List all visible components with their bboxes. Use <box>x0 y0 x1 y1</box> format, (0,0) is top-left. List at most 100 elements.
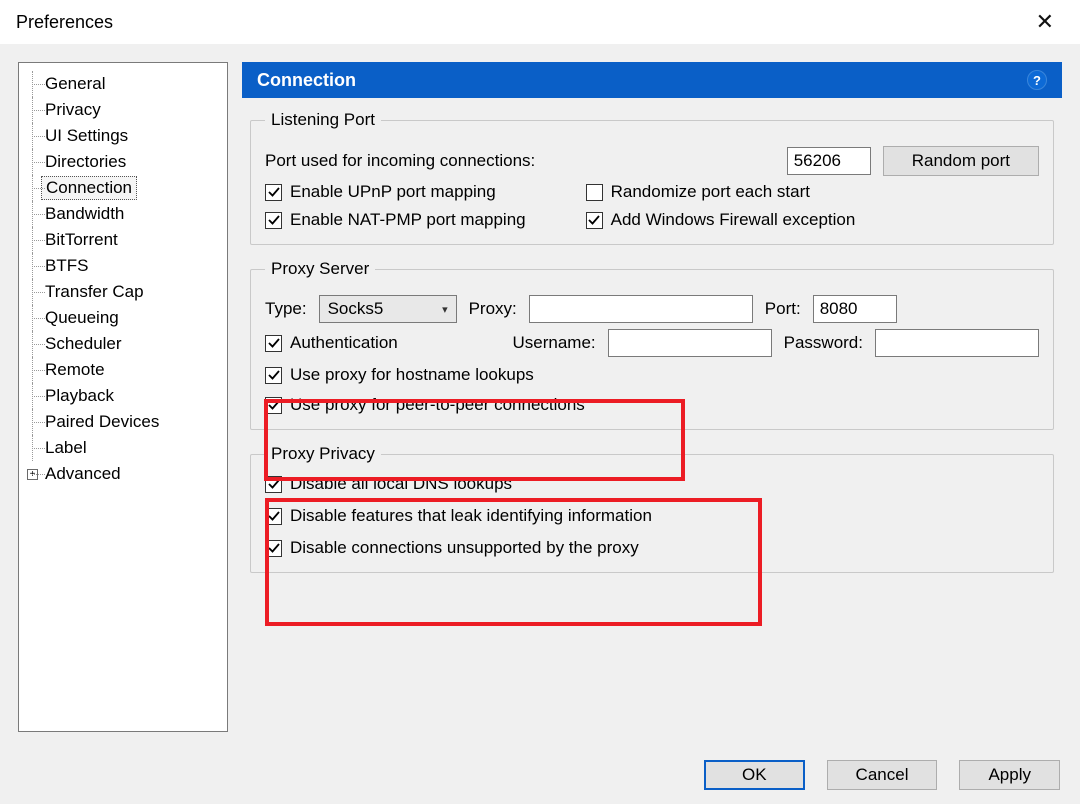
checkbox-label: Enable UPnP port mapping <box>290 182 496 202</box>
checkbox-firewall-exception[interactable]: Add Windows Firewall exception <box>586 210 856 230</box>
tree-branch-icon <box>23 253 41 279</box>
tree-branch-icon: + <box>23 461 41 487</box>
port-label: Port used for incoming connections: <box>265 151 535 171</box>
tree-item-privacy[interactable]: Privacy <box>23 97 221 123</box>
checkbox-proxy-p2p[interactable]: Use proxy for peer-to-peer connections <box>265 395 1039 415</box>
tree-item-label: General <box>41 73 109 95</box>
tree-branch-icon <box>23 383 41 409</box>
tree-item-transfer-cap[interactable]: Transfer Cap <box>23 279 221 305</box>
checkbox-randomize-port[interactable]: Randomize port each start <box>586 182 856 202</box>
tree-branch-icon <box>23 149 41 175</box>
tree-item-connection[interactable]: Connection <box>23 175 221 201</box>
password-label: Password: <box>784 333 863 353</box>
tree-branch-icon <box>23 227 41 253</box>
username-label: Username: <box>512 333 595 353</box>
password-input[interactable] <box>875 329 1039 357</box>
tree-item-paired-devices[interactable]: Paired Devices <box>23 409 221 435</box>
tree-item-label: Paired Devices <box>41 411 163 433</box>
tree-item-label: Scheduler <box>41 333 126 355</box>
checkbox-authentication[interactable]: Authentication <box>265 333 398 353</box>
group-legend: Proxy Privacy <box>265 444 381 464</box>
proxy-type-dropdown[interactable]: Socks5 ▾ <box>319 295 457 323</box>
checkbox-label: Disable all local DNS lookups <box>290 474 512 494</box>
group-proxy-server: Proxy Server Type: Socks5 ▾ Proxy: Port:… <box>250 259 1054 430</box>
tree-item-bandwidth[interactable]: Bandwidth <box>23 201 221 227</box>
checkmark-icon <box>267 509 281 523</box>
help-icon[interactable]: ? <box>1027 70 1047 90</box>
checkmark-icon <box>267 185 281 199</box>
ok-button[interactable]: OK <box>704 760 805 790</box>
checkbox-label: Use proxy for peer-to-peer connections <box>290 395 585 415</box>
port-input[interactable] <box>787 147 871 175</box>
tree-item-label: UI Settings <box>41 125 132 147</box>
checkbox-label: Randomize port each start <box>611 182 810 202</box>
checkbox-disable-local-dns[interactable]: Disable all local DNS lookups <box>265 474 1039 494</box>
panel-title: Connection <box>257 70 356 91</box>
proxy-host-label: Proxy: <box>469 299 517 319</box>
tree-branch-icon <box>23 357 41 383</box>
proxy-host-input[interactable] <box>529 295 753 323</box>
checkbox-disable-leaks[interactable]: Disable features that leak identifying i… <box>265 506 1039 526</box>
tree-branch-icon <box>23 435 41 461</box>
tree-branch-icon <box>23 279 41 305</box>
checkbox-label: Disable connections unsupported by the p… <box>290 538 639 558</box>
group-legend: Proxy Server <box>265 259 375 279</box>
chevron-down-icon: ▾ <box>442 303 448 316</box>
checkmark-icon <box>587 213 601 227</box>
tree-branch-icon <box>23 201 41 227</box>
tree-item-label: BTFS <box>41 255 92 277</box>
tree-item-label: Privacy <box>41 99 105 121</box>
checkmark-icon <box>267 368 281 382</box>
checkbox-disable-unsupported[interactable]: Disable connections unsupported by the p… <box>265 538 1039 558</box>
tree-item-label: BitTorrent <box>41 229 122 251</box>
tree-item-label: Remote <box>41 359 109 381</box>
tree-item-ui-settings[interactable]: UI Settings <box>23 123 221 149</box>
checkbox-label: Disable features that leak identifying i… <box>290 506 652 526</box>
group-proxy-privacy: Proxy Privacy Disable all local DNS look… <box>250 444 1054 573</box>
checkmark-icon <box>267 398 281 412</box>
username-input[interactable] <box>608 329 772 357</box>
proxy-type-label: Type: <box>265 299 307 319</box>
tree-item-scheduler[interactable]: Scheduler <box>23 331 221 357</box>
tree-item-playback[interactable]: Playback <box>23 383 221 409</box>
tree-item-btfs[interactable]: BTFS <box>23 253 221 279</box>
tree-item-remote[interactable]: Remote <box>23 357 221 383</box>
checkbox-label: Enable NAT-PMP port mapping <box>290 210 526 230</box>
group-legend: Listening Port <box>265 110 381 130</box>
checkbox-proxy-hostname-lookups[interactable]: Use proxy for hostname lookups <box>265 365 1039 385</box>
titlebar: Preferences ✕ <box>0 0 1080 44</box>
cancel-button[interactable]: Cancel <box>827 760 938 790</box>
tree-item-label: Transfer Cap <box>41 281 148 303</box>
checkmark-icon <box>267 336 281 350</box>
tree-item-general[interactable]: General <box>23 71 221 97</box>
tree-item-label: Bandwidth <box>41 203 128 225</box>
tree-branch-icon <box>23 175 41 201</box>
tree-item-label[interactable]: Label <box>23 435 221 461</box>
checkbox-natpmp[interactable]: Enable NAT-PMP port mapping <box>265 210 526 230</box>
tree-branch-icon <box>23 305 41 331</box>
tree-branch-icon <box>23 123 41 149</box>
random-port-button[interactable]: Random port <box>883 146 1039 176</box>
tree-item-label: Queueing <box>41 307 123 329</box>
tree-item-label: Playback <box>41 385 118 407</box>
settings-panel: Connection ? Listening Port Port used fo… <box>242 62 1062 732</box>
group-listening-port: Listening Port Port used for incoming co… <box>250 110 1054 245</box>
proxy-port-label: Port: <box>765 299 801 319</box>
tree-branch-icon <box>23 331 41 357</box>
checkbox-label: Use proxy for hostname lookups <box>290 365 534 385</box>
apply-button[interactable]: Apply <box>959 760 1060 790</box>
category-tree[interactable]: General Privacy UI Settings Directories … <box>18 62 228 732</box>
tree-branch-icon <box>23 97 41 123</box>
proxy-port-input[interactable] <box>813 295 897 323</box>
tree-item-bittorrent[interactable]: BitTorrent <box>23 227 221 253</box>
checkmark-icon <box>267 213 281 227</box>
tree-item-directories[interactable]: Directories <box>23 149 221 175</box>
tree-item-advanced[interactable]: +Advanced <box>23 461 221 487</box>
checkbox-label: Authentication <box>290 333 398 353</box>
tree-item-queueing[interactable]: Queueing <box>23 305 221 331</box>
tree-branch-icon <box>23 409 41 435</box>
checkbox-upnp[interactable]: Enable UPnP port mapping <box>265 182 526 202</box>
close-icon[interactable]: ✕ <box>1026 5 1064 39</box>
panel-header: Connection ? <box>242 62 1062 98</box>
expand-icon[interactable]: + <box>27 469 38 480</box>
